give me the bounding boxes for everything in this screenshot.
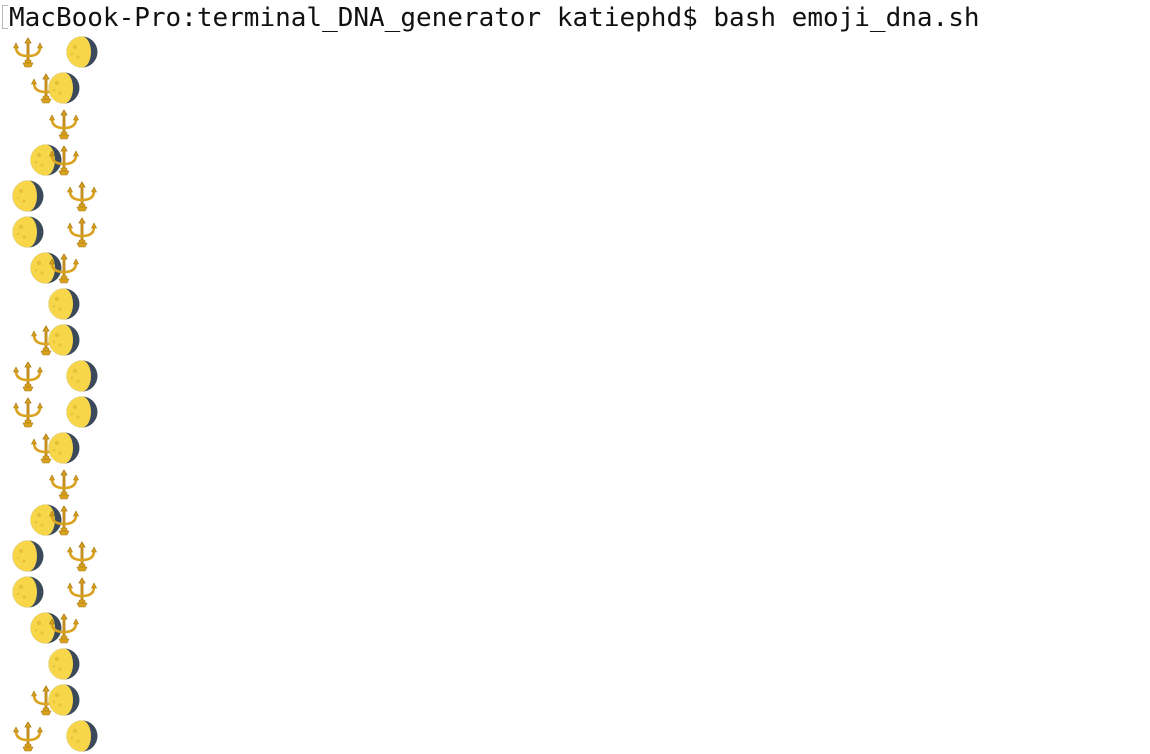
output-line [0, 286, 200, 322]
trident-icon [47, 467, 81, 501]
terminal-window[interactable]: MacBook-Pro:terminal_DNA_generator katie… [0, 0, 1150, 754]
output-line [0, 646, 200, 682]
cursor-marker [2, 5, 8, 29]
output-line [0, 322, 200, 358]
trident-icon [65, 215, 99, 249]
moon-icon [11, 539, 45, 573]
trident-icon [11, 359, 45, 393]
output-line [0, 106, 200, 142]
trident-icon [47, 611, 81, 645]
moon-icon [47, 71, 81, 105]
script-output [0, 34, 200, 754]
moon-icon [65, 359, 99, 393]
prompt-text: MacBook-Pro:terminal_DNA_generator katie… [9, 3, 980, 33]
trident-icon [65, 179, 99, 213]
output-line [0, 502, 200, 538]
output-line [0, 34, 200, 70]
output-line [0, 70, 200, 106]
trident-icon [65, 575, 99, 609]
output-line [0, 574, 200, 610]
output-line [0, 610, 200, 646]
output-line [0, 682, 200, 718]
moon-icon [65, 719, 99, 753]
trident-icon [47, 143, 81, 177]
output-line [0, 178, 200, 214]
trident-icon [11, 395, 45, 429]
trident-icon [11, 719, 45, 753]
output-line [0, 358, 200, 394]
output-line [0, 466, 200, 502]
moon-icon [47, 683, 81, 717]
output-line [0, 430, 200, 466]
trident-icon [65, 539, 99, 573]
moon-icon [47, 287, 81, 321]
output-line [0, 214, 200, 250]
moon-icon [65, 35, 99, 69]
output-line [0, 394, 200, 430]
output-line [0, 718, 200, 754]
trident-icon [47, 107, 81, 141]
moon-icon [47, 431, 81, 465]
output-line [0, 538, 200, 574]
command-line: MacBook-Pro:terminal_DNA_generator katie… [2, 2, 980, 34]
moon-icon [11, 179, 45, 213]
output-line [0, 142, 200, 178]
trident-icon [47, 251, 81, 285]
moon-icon [65, 395, 99, 429]
moon-icon [47, 647, 81, 681]
trident-icon [11, 35, 45, 69]
trident-icon [47, 503, 81, 537]
moon-icon [11, 215, 45, 249]
output-line [0, 250, 200, 286]
moon-icon [47, 323, 81, 357]
moon-icon [11, 575, 45, 609]
